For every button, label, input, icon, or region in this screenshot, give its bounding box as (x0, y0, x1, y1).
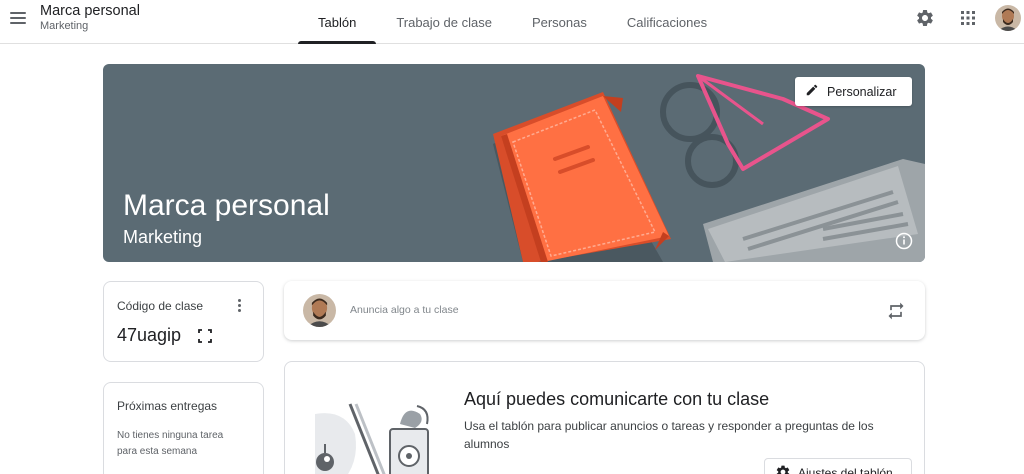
welcome-illustration (315, 403, 429, 474)
gear-icon (775, 464, 791, 474)
menu-icon[interactable] (6, 6, 30, 30)
upcoming-empty-text: No tienes ninguna tarea para esta semana (117, 430, 224, 457)
welcome-description: Usa el tablón para publicar anuncios o t… (464, 419, 874, 451)
banner-title: Marca personal (123, 189, 330, 222)
banner-subtitle: Marketing (123, 227, 203, 247)
stream-welcome-card: Aquí puedes comunicarte con tu clase Usa… (284, 361, 925, 474)
tab-calificaciones[interactable]: Calificaciones (607, 0, 727, 44)
tab-personas[interactable]: Personas (512, 0, 607, 44)
class-name[interactable]: Marca personal (40, 3, 140, 19)
class-code-value: 47uagip (117, 325, 182, 345)
info-icon[interactable] (895, 232, 913, 250)
class-code-card: Código de clase 47uagip (103, 281, 264, 362)
upcoming-card: Próximas entregas No tienes ninguna tare… (103, 382, 264, 474)
class-code-label: Código de clase (117, 299, 204, 313)
stream-settings-label: Ajustes del tablón (798, 466, 893, 474)
gear-icon[interactable] (913, 6, 937, 30)
avatar (303, 294, 336, 327)
announce-card[interactable]: Anuncia algo a tu clase (284, 281, 925, 340)
customize-button[interactable]: Personalizar (795, 77, 912, 106)
repost-icon[interactable] (886, 301, 906, 321)
class-banner: Marca personal Marketing Personalizar (103, 64, 925, 262)
announce-input[interactable]: Anuncia algo a tu clase (350, 304, 459, 316)
customize-label: Personalizar (827, 84, 897, 99)
tab-trabajo-de-clase[interactable]: Trabajo de clase (376, 0, 512, 44)
stream-settings-button[interactable]: Ajustes del tablón (764, 458, 912, 474)
more-vert-icon[interactable] (230, 296, 248, 314)
avatar[interactable] (995, 5, 1021, 31)
apps-grid-icon[interactable] (956, 6, 980, 30)
class-section: Marketing (40, 20, 89, 32)
fullscreen-icon[interactable] (197, 328, 213, 344)
pencil-icon (805, 83, 819, 100)
class-tabs: Tablón Trabajo de clase Personas Calific… (298, 0, 727, 44)
tab-tablon[interactable]: Tablón (298, 0, 377, 44)
welcome-title: Aquí puedes comunicarte con tu clase (464, 389, 770, 409)
upcoming-title: Próximas entregas (117, 399, 218, 413)
top-app-bar: Marca personal Marketing Tablón Trabajo … (0, 0, 1024, 44)
